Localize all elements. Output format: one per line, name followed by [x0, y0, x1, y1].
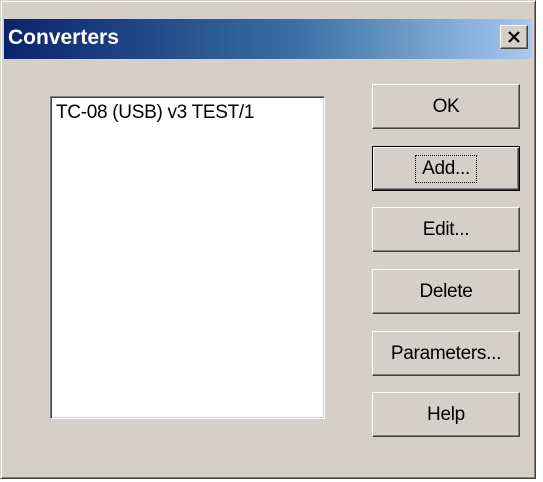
edit-button[interactable]: Edit... — [372, 207, 520, 252]
converters-dialog: Converters TC-08 (USB) v3 TEST/1 OK Add.… — [0, 0, 536, 479]
converter-list[interactable]: TC-08 (USB) v3 TEST/1 — [50, 96, 325, 419]
parameters-button[interactable]: Parameters... — [372, 331, 520, 376]
add-button[interactable]: Add... — [372, 146, 520, 191]
help-button[interactable]: Help — [372, 392, 520, 437]
ok-button[interactable]: OK — [372, 84, 520, 129]
window-title: Converters — [8, 26, 119, 49]
list-item[interactable]: TC-08 (USB) v3 TEST/1 — [56, 102, 254, 124]
add-button-label: Add... — [415, 154, 477, 183]
title-bar[interactable]: Converters — [4, 19, 532, 59]
delete-button[interactable]: Delete — [372, 269, 520, 314]
close-button[interactable] — [500, 25, 528, 49]
close-icon — [508, 31, 520, 43]
